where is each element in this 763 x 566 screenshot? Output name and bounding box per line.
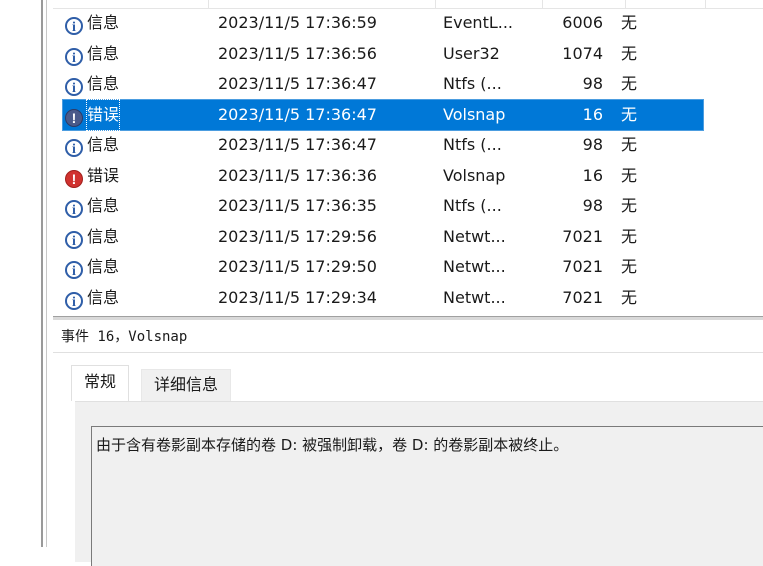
table-row[interactable]: i 信息 2023/11/5 17:29:56 Netwt... 7021 无 — [63, 222, 703, 252]
error-icon: ! — [65, 108, 83, 127]
task-category-cell: 无 — [621, 196, 638, 215]
info-icon: i — [65, 200, 83, 218]
task-category-cell: 无 — [621, 13, 638, 32]
level-label: 信息 — [87, 257, 120, 276]
column-separator[interactable] — [542, 0, 543, 8]
event-id-cell: 7021 — [562, 226, 603, 246]
source-cell: Netwt... — [443, 287, 506, 307]
date-cell: 2023/11/5 17:36:59 — [218, 13, 377, 32]
event-list[interactable]: i 信息 2023/11/5 17:36:59 EventL... 6006 无 i 信息 20… — [53, 0, 763, 316]
date-cell: 2023/11/5 17:36:36 — [218, 165, 377, 185]
task-category-cell: 无 — [621, 165, 638, 185]
source-cell: Netwt... — [443, 226, 506, 246]
table-row[interactable]: ! 错误 2023/11/5 17:36:47 Volsnap 16 无 — [62, 98, 704, 131]
task-category-cell: 无 — [621, 43, 638, 63]
level-label: 信息 — [87, 74, 120, 93]
event-id-cell: 7021 — [562, 287, 603, 307]
table-row[interactable]: i 信息 2023/11/5 17:29:50 Netwt... 7021 无 — [63, 252, 703, 282]
task-category-cell: 无 — [621, 226, 638, 246]
level-cell: i 信息 — [65, 69, 215, 99]
source-cell: Volsnap — [443, 104, 506, 124]
source-cell: User32 — [443, 43, 500, 63]
event-detail-pane: 事件 16，Volsnap 常规 详细信息 由于含有卷影副本存储的卷 D: 被强… — [53, 320, 763, 566]
date-cell: 2023/11/5 17:29:50 — [218, 257, 377, 276]
source-cell: Ntfs (... — [443, 196, 502, 215]
column-separator[interactable] — [705, 0, 706, 8]
level-cell: ! 错误 — [65, 161, 215, 191]
border-line — [46, 0, 47, 547]
level-label: 错误 — [87, 165, 120, 185]
column-separator[interactable] — [625, 0, 626, 8]
level-label: 信息 — [87, 196, 120, 215]
detail-tabs: 常规 详细信息 由于含有卷影副本存储的卷 D: 被强制卸载，卷 D: 的卷影副本… — [53, 353, 763, 566]
date-cell: 2023/11/5 17:36:47 — [218, 135, 377, 154]
task-category-cell: 无 — [621, 135, 638, 154]
column-separator[interactable] — [208, 0, 209, 8]
event-id-cell: 16 — [582, 165, 603, 185]
level-label: 信息 — [87, 13, 120, 32]
level-cell: i 信息 — [65, 130, 215, 160]
table-row[interactable]: i 信息 2023/11/5 17:36:47 Ntfs (... 98 无 — [63, 130, 703, 160]
task-category-cell: 无 — [621, 74, 638, 93]
event-id-cell: 98 — [582, 135, 603, 154]
source-cell: Volsnap — [443, 165, 506, 185]
tab-details[interactable]: 详细信息 — [141, 369, 232, 401]
date-cell: 2023/11/5 17:36:56 — [218, 43, 377, 63]
level-label: 信息 — [87, 226, 120, 246]
task-category-cell: 无 — [621, 104, 638, 124]
event-message: 由于含有卷影副本存储的卷 D: 被强制卸载，卷 D: 的卷影副本被终止。 — [96, 436, 569, 454]
level-label: 错误 — [85, 98, 121, 131]
source-cell: EventL... — [443, 13, 514, 32]
event-id-cell: 1074 — [562, 43, 603, 63]
info-icon: i — [65, 230, 83, 249]
date-cell: 2023/11/5 17:29:56 — [218, 226, 377, 246]
event-id-cell: 98 — [582, 74, 603, 93]
table-row[interactable]: i 信息 2023/11/5 17:36:59 EventL... 6006 无 — [63, 8, 703, 38]
table-row[interactable]: i 信息 2023/11/5 17:36:47 Ntfs (... 98 无 — [63, 69, 703, 99]
date-cell: 2023/11/5 17:36:35 — [218, 196, 377, 215]
info-icon: i — [65, 78, 83, 96]
tab-general[interactable]: 常规 — [71, 365, 130, 401]
level-cell: i 信息 — [65, 191, 215, 221]
source-cell: Ntfs (... — [443, 135, 502, 154]
detail-title: 事件 16，Volsnap — [61, 329, 188, 345]
info-icon: i — [65, 291, 83, 310]
table-row[interactable]: i 信息 2023/11/5 17:36:35 Ntfs (... 98 无 — [63, 191, 703, 221]
table-row[interactable]: i 信息 2023/11/5 17:29:34 Netwt... 7021 无 — [63, 283, 703, 313]
table-row[interactable]: i 信息 2023/11/5 17:36:56 User32 1074 无 — [63, 39, 703, 69]
info-icon: i — [65, 17, 83, 35]
date-cell: 2023/11/5 17:29:34 — [218, 287, 377, 307]
event-id-cell: 98 — [582, 196, 603, 215]
source-cell: Ntfs (... — [443, 74, 502, 93]
detail-header: 事件 16，Volsnap — [53, 320, 763, 353]
level-label: 信息 — [87, 43, 120, 63]
level-cell: ! 错误 — [65, 98, 215, 131]
error-icon: ! — [65, 169, 83, 188]
info-icon: i — [65, 261, 83, 279]
level-label: 信息 — [87, 135, 120, 154]
info-icon: i — [65, 47, 83, 66]
level-cell: i 信息 — [65, 222, 215, 252]
event-id-cell: 16 — [582, 104, 603, 124]
info-icon: i — [65, 139, 83, 157]
event-id-cell: 6006 — [562, 13, 603, 32]
table-row[interactable]: ! 错误 2023/11/5 17:36:36 Volsnap 16 无 — [63, 161, 703, 191]
event-id-cell: 7021 — [562, 257, 603, 276]
date-cell: 2023/11/5 17:36:47 — [218, 104, 377, 124]
tab-body: 由于含有卷影副本存储的卷 D: 被强制卸载，卷 D: 的卷影副本被终止。 — [75, 401, 763, 566]
level-cell: i 信息 — [65, 8, 215, 38]
level-cell: i 信息 — [65, 39, 215, 69]
column-separator[interactable] — [435, 0, 436, 8]
source-cell: Netwt... — [443, 257, 506, 276]
border-line — [41, 0, 43, 547]
task-category-cell: 无 — [621, 287, 638, 307]
date-cell: 2023/11/5 17:36:47 — [218, 74, 377, 93]
event-message-box[interactable]: 由于含有卷影副本存储的卷 D: 被强制卸载，卷 D: 的卷影副本被终止。 — [91, 426, 763, 566]
level-cell: i 信息 — [65, 283, 215, 313]
task-category-cell: 无 — [621, 257, 638, 276]
level-cell: i 信息 — [65, 252, 215, 282]
level-label: 信息 — [87, 287, 120, 307]
